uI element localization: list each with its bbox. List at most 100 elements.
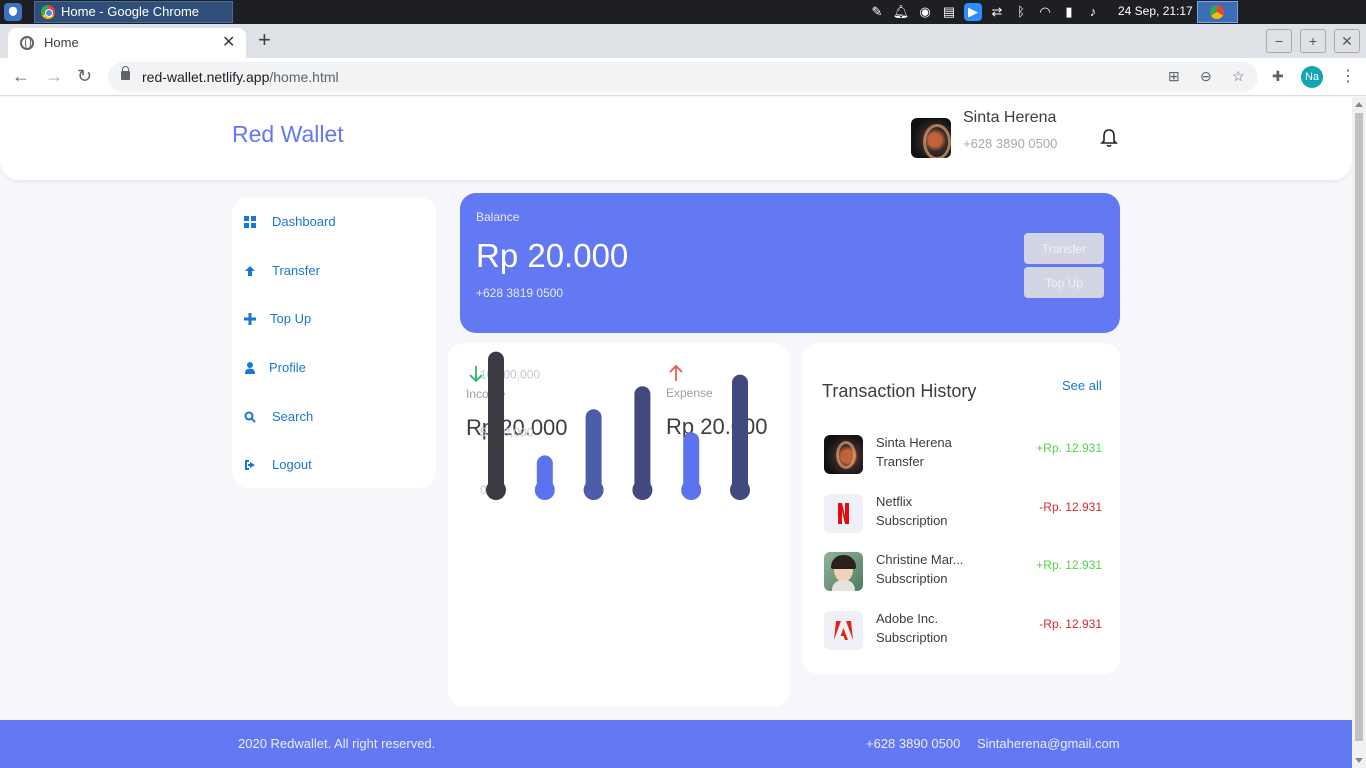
- footer-copyright: 2020 Redwallet. All right reserved.: [238, 736, 436, 751]
- browser-toolbar: ← → ↻ red-wallet.netlify.app/home.html ⊞…: [0, 58, 1366, 96]
- sidebar-item-label: Search: [272, 409, 314, 424]
- lock-icon[interactable]: [121, 66, 130, 80]
- page-viewport: Red Wallet Sinta Herena +628 3890 0500 D…: [0, 97, 1352, 768]
- taskbar-window-button[interactable]: Home - Google Chrome: [34, 1, 233, 23]
- transaction-type: Subscription: [876, 571, 948, 586]
- user-phone: +628 3890 0500: [963, 136, 1058, 151]
- sidebar-item-label: Profile: [269, 360, 306, 375]
- transaction-row[interactable]: Netflix Subscription -Rp. 12.931: [824, 494, 1106, 534]
- minimize-button[interactable]: −: [1266, 29, 1292, 53]
- reload-icon[interactable]: ↻: [77, 66, 92, 87]
- extensions-icon[interactable]: ✚: [1272, 68, 1284, 85]
- notification-bell-icon[interactable]: [1100, 128, 1118, 148]
- globe-icon: [20, 36, 34, 50]
- close-window-button[interactable]: ✕: [1334, 29, 1360, 53]
- back-icon[interactable]: ←: [12, 66, 30, 87]
- bookmark-star-icon[interactable]: ☆: [1232, 68, 1245, 85]
- transaction-amount: +Rp. 12.931: [1036, 441, 1102, 455]
- chrome-menu-icon[interactable]: ⋮: [1340, 66, 1356, 86]
- arrow-up-icon: [245, 266, 255, 276]
- transaction-row[interactable]: Christine Mar... Subscription +Rp. 12.93…: [824, 552, 1106, 592]
- browser-tab[interactable]: Home ✕: [8, 28, 246, 58]
- balance-phone: +628 3819 0500: [476, 286, 564, 300]
- sidebar-item-label: Transfer: [272, 263, 320, 278]
- translate-icon[interactable]: ⊞: [1168, 68, 1180, 85]
- chart-bar-base: [583, 480, 604, 500]
- sidebar-item-label: Logout: [272, 457, 312, 472]
- browser-tab-strip: Home ✕ + − + ✕: [0, 24, 1366, 58]
- plus-icon: [244, 313, 256, 325]
- transaction-amount: +Rp. 12.931: [1036, 558, 1102, 572]
- chart-bar-base: [681, 480, 702, 500]
- chrome-tray-icon[interactable]: [1197, 1, 1238, 23]
- netflix-logo: [824, 494, 863, 533]
- sidebar-item-search[interactable]: Search: [232, 400, 436, 436]
- notification-bell-icon[interactable]: 🔔︎: [892, 3, 910, 21]
- archive-icon[interactable]: ▤: [940, 3, 958, 21]
- scroll-up-icon[interactable]: [1355, 102, 1363, 107]
- os-menu-icon[interactable]: [4, 3, 22, 21]
- bluetooth-icon[interactable]: ᛒ: [1012, 3, 1030, 21]
- app-header: Red Wallet Sinta Herena +628 3890 0500: [0, 97, 1352, 180]
- page-footer: 2020 Redwallet. All right reserved. +628…: [0, 720, 1352, 768]
- grid-icon: [244, 216, 256, 228]
- tab-title: Home: [44, 35, 79, 50]
- search-icon: [244, 411, 256, 423]
- sender-avatar: [824, 435, 863, 474]
- chart-bar[interactable]: [732, 374, 748, 498]
- volume-icon[interactable]: ♪: [1084, 3, 1102, 21]
- see-all-link[interactable]: See all: [1062, 378, 1102, 393]
- transaction-name: Adobe Inc.: [876, 611, 939, 626]
- transaction-type: Transfer: [876, 454, 924, 469]
- notes-icon[interactable]: ✎: [868, 3, 886, 21]
- adobe-logo: [824, 611, 863, 650]
- clock[interactable]: 24 Sep, 21:17: [1118, 4, 1193, 18]
- discord-icon[interactable]: ◉: [916, 3, 934, 21]
- zoom-out-icon[interactable]: ⊖: [1200, 68, 1212, 85]
- sidebar-item-logout[interactable]: Logout: [232, 448, 436, 484]
- transaction-amount: -Rp. 12.931: [1039, 500, 1102, 514]
- system-tray: ✎ 🔔︎ ◉ ▤ ▶ ⇄ ᛒ ◠ ▮ ♪: [868, 3, 1102, 21]
- chart-bar[interactable]: [488, 351, 504, 498]
- sidebar-item-transfer[interactable]: Transfer: [232, 254, 436, 290]
- brand-logo[interactable]: Red Wallet: [232, 121, 344, 148]
- sidebar-item-label: Top Up: [270, 311, 312, 326]
- zoom-icon[interactable]: ▶: [964, 3, 982, 21]
- user-avatar[interactable]: [911, 118, 951, 158]
- close-tab-icon[interactable]: ✕: [222, 32, 235, 52]
- sidebar-item-top-up[interactable]: Top Up: [232, 302, 436, 338]
- footer-email[interactable]: Sintaherena@gmail.com: [977, 736, 1120, 751]
- transfer-button[interactable]: Transfer: [1024, 233, 1104, 264]
- new-tab-button[interactable]: +: [258, 29, 271, 51]
- sync-icon[interactable]: ⇄: [988, 3, 1006, 21]
- address-bar[interactable]: red-wallet.netlify.app/home.html ⊞ ⊖ ☆: [108, 62, 1258, 92]
- transaction-amount: -Rp. 12.931: [1039, 617, 1102, 631]
- footer-phone: +628 3890 0500: [866, 736, 961, 751]
- chart-bar-base: [534, 480, 555, 500]
- transaction-type: Subscription: [876, 630, 948, 645]
- chrome-icon: [41, 5, 55, 19]
- sidebar-item-profile[interactable]: Profile: [232, 351, 436, 387]
- weekly-bar-chart: 15,000,00010,000,0005,000,0000SunMonTueW…: [480, 351, 750, 500]
- transaction-name: Netflix: [876, 494, 913, 509]
- user-name: Sinta Herena: [963, 109, 1057, 126]
- y-tick-label: 0: [480, 483, 487, 497]
- sidebar-item-dashboard[interactable]: Dashboard: [232, 205, 436, 241]
- maximize-button[interactable]: +: [1300, 29, 1326, 53]
- profile-avatar[interactable]: Na: [1301, 66, 1323, 88]
- chart-bar-base: [730, 480, 750, 500]
- transaction-type: Subscription: [876, 513, 948, 528]
- top-up-button[interactable]: Top Up: [1024, 267, 1104, 298]
- balance-amount: Rp 20.000: [476, 237, 629, 274]
- transaction-history-card: Transaction History See all Sinta Herena…: [802, 343, 1120, 674]
- forward-icon[interactable]: →: [45, 66, 63, 87]
- transaction-row[interactable]: Adobe Inc. Subscription -Rp. 12.931: [824, 611, 1106, 651]
- wifi-icon[interactable]: ◠: [1036, 3, 1054, 21]
- scrollbar-thumb[interactable]: [1355, 113, 1363, 741]
- transaction-row[interactable]: Sinta Herena Transfer +Rp. 12.931: [824, 435, 1106, 475]
- url-text[interactable]: red-wallet.netlify.app/home.html: [142, 69, 339, 85]
- page-scrollbar[interactable]: [1352, 97, 1366, 768]
- history-title: Transaction History: [822, 381, 977, 401]
- battery-icon[interactable]: ▮: [1060, 3, 1078, 21]
- scroll-down-icon[interactable]: [1355, 758, 1363, 763]
